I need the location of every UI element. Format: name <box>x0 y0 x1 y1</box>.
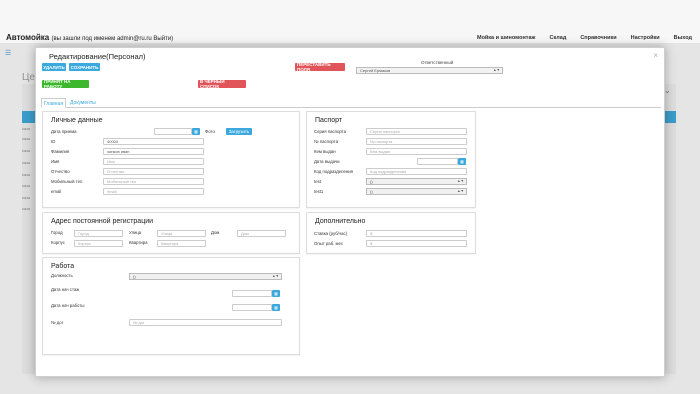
street-label: Улица <box>129 230 142 235</box>
patronymic-label: Отчество <box>51 169 70 174</box>
personal-data-panel: Личные данные Дата приема ▦ Фото Загрузи… <box>42 111 300 208</box>
close-icon[interactable]: × <box>653 51 658 60</box>
address-panel: Адрес постоянной регистрации Город Город… <box>42 212 300 254</box>
contract-label: № дог <box>51 320 64 325</box>
start-experience-label: Дата нач стаж <box>51 287 80 292</box>
photo-label: Фото <box>205 129 215 134</box>
passport-number-label: № паспорта <box>314 139 338 144</box>
panel-title: Работа <box>51 263 75 270</box>
city-label: Город <box>51 230 63 235</box>
calendar-icon[interactable]: ▦ <box>458 158 466 165</box>
chevron-down-icon: ▲▼ <box>493 68 500 72</box>
calendar-icon[interactable]: ▦ <box>272 290 280 297</box>
brand-name[interactable]: Автомойка <box>6 33 49 42</box>
passport-series-label: Серия паспорта <box>314 129 346 134</box>
modal-title: Редактирование(Персонал) <box>49 52 146 61</box>
id-input[interactable]: 40000 <box>103 138 204 145</box>
test-label: test <box>314 179 321 184</box>
passport-number-input[interactable]: № паспорта <box>366 138 467 145</box>
chevron-down-icon: ▲▼ <box>457 189 464 193</box>
surname-label: Фамилия <box>51 149 70 154</box>
issued-by-label: Кем выдан <box>314 149 336 154</box>
building-input[interactable]: Корпус <box>74 240 123 247</box>
experience-input[interactable]: $ <box>366 240 467 247</box>
upload-photo-button[interactable]: Загрузить <box>226 128 252 135</box>
patronymic-input[interactable]: Отчество <box>103 168 204 175</box>
hire-button[interactable]: ПРИНЯТ НА РАБОТУ <box>42 79 89 89</box>
test1-label: test1 <box>314 189 324 194</box>
work-panel: Работа Должность () ▲▼ Дата нач стаж ▦ Д… <box>42 257 300 355</box>
email-label: email <box>51 189 62 194</box>
apartment-input[interactable]: Квартира <box>157 240 206 247</box>
experience-label: Опыт раб. мес <box>314 241 344 246</box>
chevron-down-icon: ▲▼ <box>272 274 279 278</box>
name-input[interactable]: Имя <box>103 158 204 165</box>
nav-item-wash[interactable]: Мойка и шиномонтаж <box>477 35 535 41</box>
panel-title: Адрес постоянной регистрации <box>51 218 154 225</box>
nav-item-settings[interactable]: Настройки <box>631 35 660 41</box>
start-work-input[interactable] <box>232 304 272 311</box>
name-label: Имя <box>51 159 60 164</box>
issued-by-input[interactable]: Кем выдан <box>366 148 467 155</box>
extra-panel: Дополнительно Ставка (руб/час) $ Опыт ра… <box>306 212 476 254</box>
mobile-label: Мобильный тел <box>51 179 83 184</box>
division-code-input[interactable]: Код подразделения <box>366 168 467 175</box>
position-select[interactable]: () ▲▼ <box>129 273 282 280</box>
login-status: (вы зашли под именем admin@ru.ru Выйти) <box>51 36 174 42</box>
position-value: () <box>133 274 136 279</box>
surname-input[interactable]: чипков иван <box>103 148 204 155</box>
chevron-down-icon: ▲▼ <box>457 179 464 183</box>
id-label: ID <box>51 139 56 144</box>
house-label: Дом <box>211 230 220 235</box>
blacklist-button[interactable]: В ЧЕРНЫЙ СПИСОК <box>198 79 246 89</box>
tab-main[interactable]: Главная <box>41 98 67 108</box>
delete-button[interactable]: УДАЛИТЬ <box>42 63 66 71</box>
test-value: () <box>370 179 373 184</box>
panel-title: Личные данные <box>51 117 103 124</box>
panel-title: Паспорт <box>315 117 343 124</box>
contract-input[interactable]: № дог <box>129 319 282 326</box>
responsible-label: Ответственный <box>421 60 454 65</box>
house-input[interactable]: Дом <box>237 230 286 237</box>
panel-title: Дополнительно <box>315 218 366 225</box>
position-label: Должность <box>51 273 73 278</box>
calendar-icon[interactable]: ▦ <box>192 128 200 135</box>
passport-series-input[interactable]: Серия паспорта <box>366 128 467 135</box>
test1-value: () <box>370 189 373 194</box>
nav-item-directories[interactable]: Справочники <box>580 35 616 41</box>
start-experience-input[interactable] <box>232 290 272 297</box>
city-input[interactable]: Город <box>74 230 123 237</box>
building-label: Корпус <box>51 240 65 245</box>
responsible-select[interactable]: Сергей Ермаков ▲▼ <box>356 67 503 74</box>
apartment-label: Квартира <box>129 240 148 245</box>
nav-item-logout[interactable]: Выход <box>674 35 692 41</box>
nav-item-warehouse[interactable]: Склад <box>549 35 566 41</box>
top-navbar: Автомойка (вы зашли под именем admin@ru.… <box>0 0 700 44</box>
test-select[interactable]: () ▲▼ <box>366 178 467 185</box>
test1-select[interactable]: () ▲▼ <box>366 188 467 195</box>
nav-links: Мойка и шиномонтаж Склад Справочники Нас… <box>477 35 692 41</box>
email-input[interactable]: email <box>103 188 204 195</box>
rate-label: Ставка (руб/час) <box>314 231 348 236</box>
edit-personnel-modal: Редактирование(Персонал) × УДАЛИТЬ СОХРА… <box>35 47 665 377</box>
tab-documents[interactable]: Документы <box>68 98 98 108</box>
start-work-label: Дата нач работы <box>51 303 85 308</box>
issue-date-label: Дата выдачи <box>314 159 340 164</box>
division-code-label: Код подразделения <box>314 169 353 174</box>
calendar-icon[interactable]: ▦ <box>272 304 280 311</box>
tab-bar: Главная Документы <box>41 98 661 108</box>
street-input[interactable]: Улица <box>157 230 206 237</box>
brand[interactable]: Автомойка (вы зашли под именем admin@ru.… <box>6 33 173 42</box>
rate-input[interactable]: $ <box>366 230 467 237</box>
save-button[interactable]: СОХРАНИТЬ <box>69 63 100 71</box>
hire-date-label: Дата приема <box>51 129 77 134</box>
issue-date-input[interactable] <box>417 158 458 165</box>
mobile-input[interactable]: Мобильный тел <box>103 178 204 185</box>
hire-date-input[interactable] <box>154 128 192 135</box>
responsible-value: Сергей Ермаков <box>360 68 391 73</box>
rearrange-fields-button[interactable]: ПЕРЕСТАВИТЬ ПОЛЯ <box>295 62 345 72</box>
passport-panel: Паспорт Серия паспорта Серия паспорта № … <box>306 111 476 208</box>
